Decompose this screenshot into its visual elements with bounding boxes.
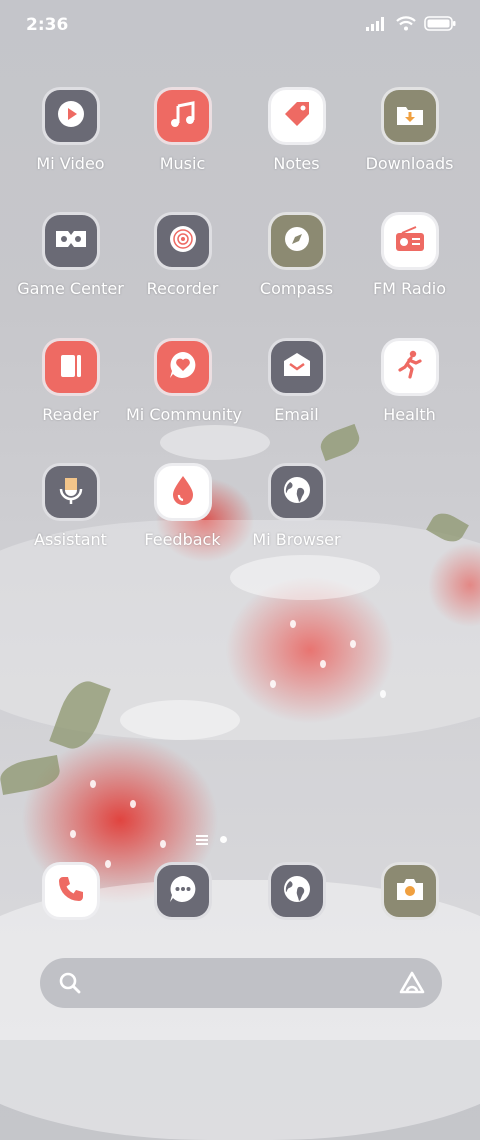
search-icon[interactable] [58, 971, 82, 999]
app-label: Recorder [146, 279, 219, 298]
phone-icon [56, 874, 86, 908]
app-label: Email [274, 405, 319, 424]
dock-phone[interactable] [14, 862, 127, 920]
app-label: Compass [259, 279, 334, 298]
app-tile [267, 338, 326, 396]
app-tile [41, 212, 100, 270]
app-label: Notes [273, 154, 320, 173]
compass-icon [281, 223, 313, 259]
app-tile [41, 463, 100, 521]
drop-icon [169, 474, 197, 510]
book-icon [56, 350, 86, 384]
app-label: Assistant [34, 530, 107, 549]
app-tile [267, 463, 326, 521]
page-indicator[interactable] [196, 830, 227, 849]
app-label: Mi Community [126, 405, 242, 424]
app-recorder[interactable]: Recorder [126, 212, 239, 298]
dock-camera[interactable] [353, 862, 466, 920]
app-assistant[interactable]: Assistant [14, 463, 127, 549]
running-icon [394, 349, 426, 385]
app-label: FM Radio [372, 279, 447, 298]
app-downloads[interactable]: Downloads [353, 87, 466, 173]
app-mi-community[interactable]: Mi Community [126, 338, 242, 424]
status-bar: 2:36 [0, 0, 480, 50]
app-fm-radio[interactable]: FM Radio [353, 212, 466, 298]
app-tile [380, 212, 439, 270]
assistant-icon[interactable] [398, 970, 426, 1000]
app-tile [41, 862, 100, 920]
app-tile [380, 338, 439, 396]
app-label: Game Center [17, 279, 124, 298]
mail-icon [281, 350, 313, 384]
app-tile [153, 463, 212, 521]
globe-icon [281, 474, 313, 510]
page-list-icon [196, 830, 208, 849]
app-label: Downloads [365, 154, 454, 173]
app-label: Health [383, 405, 436, 424]
app-label: Mi Browser [252, 530, 341, 549]
gamepad-icon [54, 227, 88, 255]
app-label: Mi Video [36, 154, 105, 173]
search-bar[interactable] [40, 958, 442, 1008]
app-music[interactable]: Music [126, 87, 239, 173]
app-tile [153, 338, 212, 396]
wifi-icon [396, 16, 416, 35]
music-note-icon [167, 98, 199, 134]
app-tile [380, 862, 439, 920]
app-tile [267, 212, 326, 270]
status-time: 2:36 [26, 15, 69, 35]
play-icon [56, 99, 86, 133]
app-tile [153, 87, 212, 145]
dock-browser[interactable] [240, 862, 353, 920]
page-dot-active[interactable] [220, 836, 227, 843]
app-tile [267, 87, 326, 145]
app-compass[interactable]: Compass [240, 212, 353, 298]
app-label: Reader [42, 405, 99, 424]
app-tile [380, 87, 439, 145]
microphone-icon [56, 474, 86, 510]
dock-messages[interactable] [126, 862, 239, 920]
record-disc-icon [167, 223, 199, 259]
app-health[interactable]: Health [353, 338, 466, 424]
app-tile [41, 87, 100, 145]
app-mi-browser[interactable]: Mi Browser [240, 463, 353, 549]
app-tile [267, 862, 326, 920]
app-notes[interactable]: Notes [240, 87, 353, 173]
app-label: Feedback [144, 530, 221, 549]
globe-icon [281, 873, 313, 909]
app-email[interactable]: Email [240, 338, 353, 424]
camera-icon [394, 875, 426, 907]
status-icons [366, 16, 456, 35]
app-mi-video[interactable]: Mi Video [14, 87, 127, 173]
radio-icon [394, 225, 426, 257]
app-game-center[interactable]: Game Center [14, 212, 127, 298]
tag-icon [281, 98, 313, 134]
heart-chat-icon [167, 349, 199, 385]
signal-icon [366, 16, 388, 35]
app-tile [41, 338, 100, 396]
app-reader[interactable]: Reader [14, 338, 127, 424]
chat-icon [167, 873, 199, 909]
app-tile [153, 212, 212, 270]
app-label: Music [159, 154, 206, 173]
app-feedback[interactable]: Feedback [126, 463, 239, 549]
app-tile [153, 862, 212, 920]
folder-download-icon [394, 98, 426, 134]
battery-icon [424, 16, 456, 35]
